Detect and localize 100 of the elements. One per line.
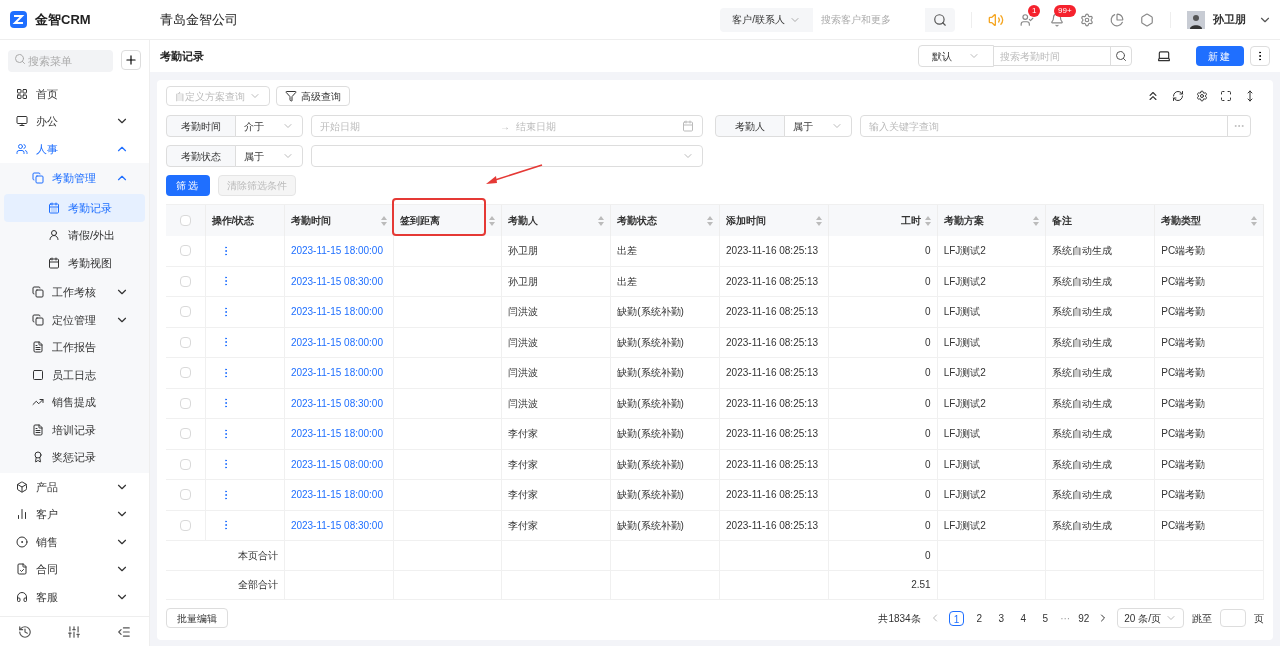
table-cell-text: 2023-11-16 08:25:13	[726, 244, 819, 259]
table-cell-text: 闫洪波	[508, 366, 539, 381]
record-link[interactable]: 2023-11-15 08:30:00	[290, 517, 383, 533]
page-size-select[interactable]: 20 条/页	[1117, 608, 1184, 628]
record-search-field[interactable]: 搜索考勤时间	[993, 46, 1111, 66]
row-checkbox[interactable]	[179, 428, 191, 440]
sidebar-item[interactable]: 销售	[4, 528, 145, 556]
sort-icon[interactable]	[598, 215, 605, 226]
record-link[interactable]: 2023-11-15 08:00:00	[290, 334, 383, 350]
new-button[interactable]: 新建	[1196, 46, 1244, 66]
sidebar-item[interactable]: 销售提成	[4, 388, 145, 416]
page-button[interactable]: 1	[948, 610, 965, 626]
operator-select[interactable]: 属于	[235, 145, 303, 167]
sidebar-item[interactable]: 客户	[4, 500, 145, 528]
page-jump-field[interactable]	[1220, 609, 1246, 627]
view-select[interactable]: 默认	[918, 45, 994, 67]
search-button[interactable]	[1110, 46, 1132, 66]
column-header[interactable]: 考勤时间	[290, 213, 331, 228]
fullscreen-icon[interactable]	[1220, 90, 1232, 102]
sort-icon[interactable]	[1033, 215, 1040, 226]
sidebar-item[interactable]: 合同	[4, 555, 145, 583]
record-link[interactable]: 2023-11-15 18:00:00	[290, 304, 383, 320]
row-checkbox[interactable]	[179, 489, 191, 501]
row-checkbox[interactable]	[179, 397, 191, 409]
apply-filter-button[interactable]: 筛选	[166, 175, 210, 196]
page-button[interactable]: 92	[1078, 610, 1090, 626]
sort-icon[interactable]	[489, 215, 496, 226]
sidebar-item[interactable]: 工作报告	[4, 333, 145, 361]
column-header[interactable]: 考勤类型	[1161, 213, 1202, 228]
refresh-icon[interactable]	[1172, 90, 1184, 102]
row-checkbox[interactable]	[179, 275, 191, 287]
column-header[interactable]: 签到距离	[399, 213, 440, 228]
user-name[interactable]: 孙卫朋	[1213, 11, 1246, 28]
sidebar-item[interactable]: 培训记录	[4, 416, 145, 444]
sidebar-item[interactable]: 定位管理	[4, 306, 145, 334]
laptop-icon[interactable]	[1157, 49, 1171, 63]
search-scope-select[interactable]: 客户/联系人	[720, 12, 813, 27]
menu-search-field[interactable]: 搜索菜单	[8, 50, 113, 72]
sidebar-item[interactable]: 产品	[4, 473, 145, 501]
sort-icon[interactable]	[924, 215, 931, 226]
sort-icon[interactable]	[706, 215, 713, 226]
column-header[interactable]: 工时	[900, 213, 921, 228]
row-checkbox[interactable]	[179, 306, 191, 318]
row-checkbox[interactable]	[179, 458, 191, 470]
sort-icon[interactable]	[380, 215, 387, 226]
column-header[interactable]: 考勤状态	[617, 213, 658, 228]
sidebar-item[interactable]: 考勤管理	[4, 164, 145, 192]
bulk-edit-button[interactable]: 批量编辑	[166, 608, 228, 628]
column-header[interactable]: 考勤人	[508, 213, 539, 228]
add-button[interactable]	[121, 50, 141, 70]
pie-chart-icon[interactable]	[1110, 12, 1124, 27]
settings-icon[interactable]	[1080, 12, 1094, 27]
sort-icon[interactable]	[1251, 215, 1257, 226]
sidebar-item[interactable]: 办公	[4, 107, 145, 135]
sliders-icon[interactable]	[67, 624, 82, 639]
row-checkbox[interactable]	[179, 367, 191, 379]
column-header[interactable]: 备注	[1052, 213, 1073, 228]
bell-icon[interactable]	[1050, 12, 1064, 27]
sidebar-item[interactable]: 员工日志	[4, 361, 145, 389]
record-link[interactable]: 2023-11-15 08:30:00	[290, 273, 383, 289]
global-search-field[interactable]: 搜索客户和更多	[813, 7, 925, 32]
row-checkbox[interactable]	[179, 245, 191, 257]
keyword-field[interactable]: 输入关键字查询	[860, 115, 1228, 137]
history-icon[interactable]	[17, 624, 32, 639]
record-link[interactable]: 2023-11-15 08:30:00	[290, 395, 383, 411]
sidebar-item[interactable]: 考勤视图	[4, 249, 145, 277]
collapse-menu-icon[interactable]	[117, 624, 132, 639]
record-link[interactable]: 2023-11-15 08:00:00	[290, 456, 383, 472]
speaker-icon[interactable]	[988, 11, 1004, 28]
contacts-icon[interactable]	[1020, 12, 1034, 27]
row-checkbox[interactable]	[179, 336, 191, 348]
column-header[interactable]: 操作/状态	[211, 213, 255, 228]
search-icon[interactable]	[933, 12, 947, 27]
sidebar-item[interactable]: 请假/外出	[4, 221, 145, 249]
sidebar-item[interactable]: 人事	[4, 135, 145, 163]
hexagon-icon[interactable]	[1140, 12, 1154, 27]
row-checkbox[interactable]	[179, 519, 191, 531]
advanced-query-button[interactable]: 高级查询	[276, 86, 350, 106]
collapse-icon[interactable]	[1146, 89, 1160, 103]
sidebar-item[interactable]: 首页	[4, 80, 145, 108]
operator-select[interactable]: 属于	[784, 115, 852, 137]
select-all-checkbox[interactable]	[179, 215, 191, 226]
page-button[interactable]: 4	[1016, 610, 1031, 626]
page-button[interactable]: 2	[972, 610, 987, 626]
sidebar-item[interactable]: 客服	[4, 583, 145, 611]
sort-icon[interactable]	[815, 215, 822, 226]
sidebar-item[interactable]: 工作考核	[4, 278, 145, 306]
sidebar-item[interactable]: 奖惩记录	[4, 443, 145, 471]
record-link[interactable]: 2023-11-15 18:00:00	[290, 365, 383, 381]
table-cell-text: 李付家	[508, 488, 539, 503]
sidebar-item[interactable]: 考勤记录	[4, 194, 145, 222]
page-button[interactable]: 3	[994, 610, 1009, 626]
column-header[interactable]: 添加时间	[725, 213, 766, 228]
settings-icon[interactable]	[1196, 90, 1208, 102]
column-header[interactable]: 考勤方案	[943, 213, 984, 228]
record-link[interactable]: 2023-11-15 18:00:00	[290, 243, 383, 259]
record-link[interactable]: 2023-11-15 18:00:00	[290, 487, 383, 503]
page-button[interactable]: 5	[1038, 610, 1053, 626]
record-link[interactable]: 2023-11-15 18:00:00	[290, 426, 383, 442]
operator-select[interactable]: 介于	[235, 115, 303, 137]
